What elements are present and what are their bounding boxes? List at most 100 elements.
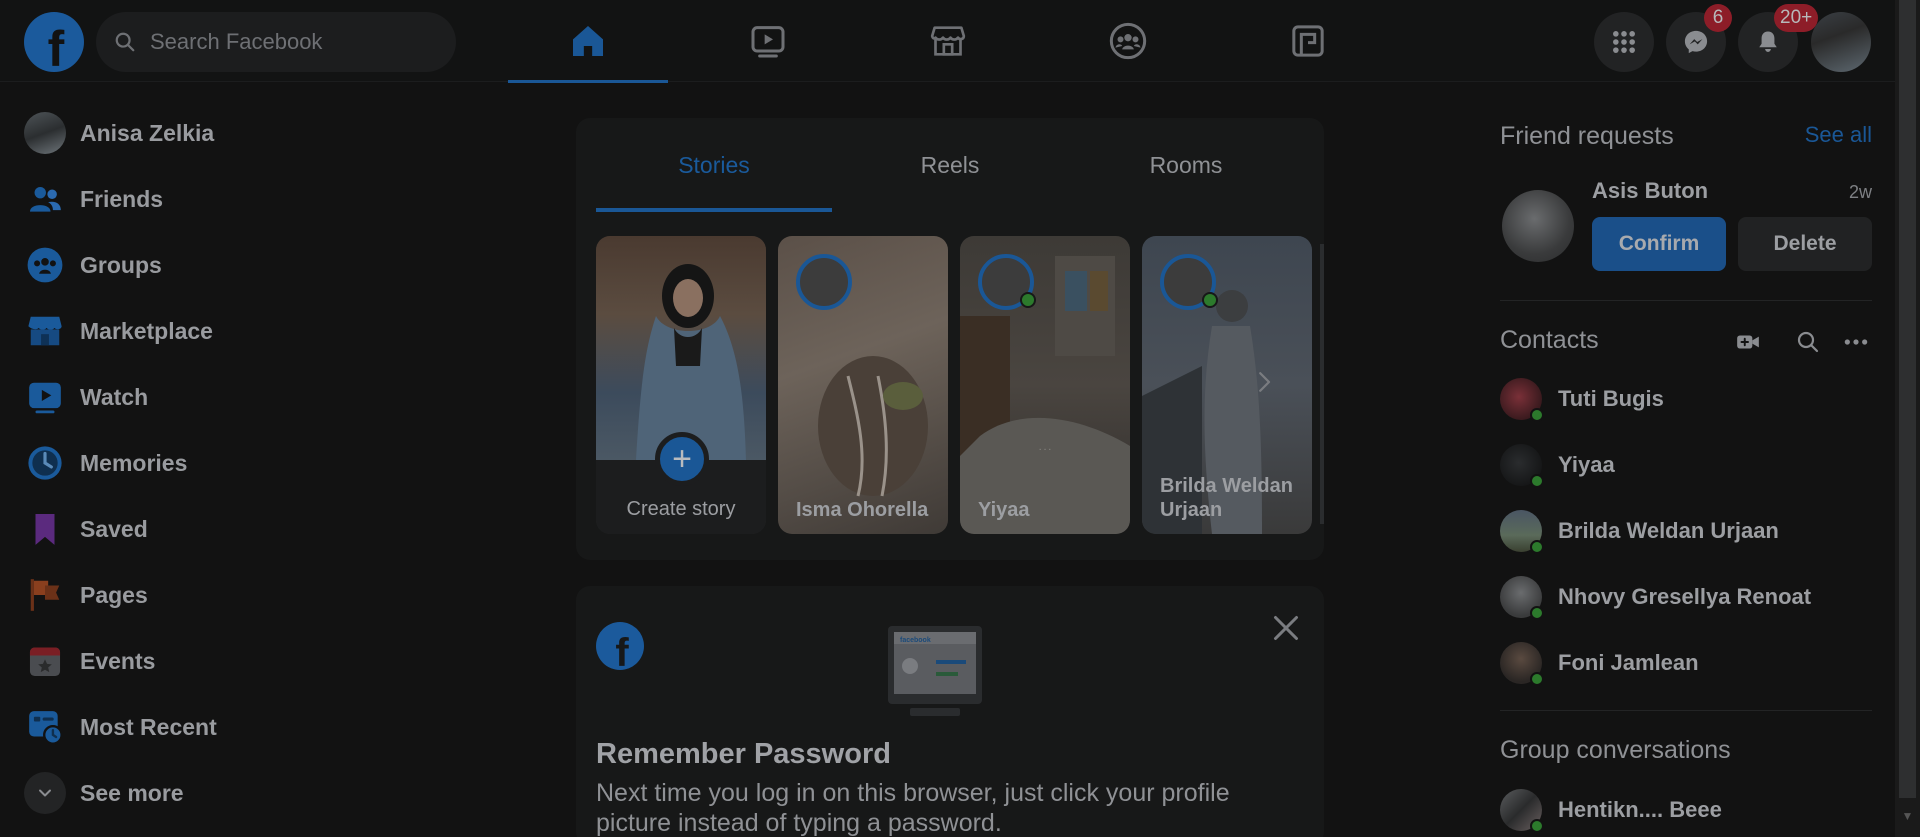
avatar: [1500, 378, 1544, 422]
search-input[interactable]: [150, 29, 430, 55]
messenger-icon: [1684, 30, 1708, 54]
story-name: Yiyaa: [978, 499, 1030, 521]
saved-icon: [35, 513, 55, 545]
contact-item[interactable]: Foni Jamlean: [1500, 634, 1872, 692]
scrollbar-thumb[interactable]: [1899, 0, 1916, 798]
sidebar-item-memories[interactable]: Memories: [0, 430, 560, 496]
friends-icon: [29, 186, 61, 212]
left-sidebar: Anisa Zelkia Friends Groups Marketplace …: [0, 100, 560, 826]
sidebar-item-most-recent[interactable]: Most Recent: [0, 694, 560, 760]
online-indicator: [1530, 540, 1544, 554]
sidebar-item-label: Marketplace: [80, 317, 213, 344]
create-story-card[interactable]: + Create story: [596, 236, 766, 534]
gaming-icon: [1292, 25, 1324, 57]
facebook-logo-icon: f: [596, 622, 644, 670]
see-more-label: See more: [80, 779, 184, 806]
scroll-down-arrow-icon[interactable]: ▼: [1899, 806, 1916, 826]
sidebar-item-profile[interactable]: Anisa Zelkia: [0, 100, 560, 166]
online-indicator: [1530, 474, 1544, 488]
friend-request-name[interactable]: Asis Buton: [1592, 178, 1708, 204]
tab-marketplace[interactable]: [868, 0, 1028, 82]
sidebar-item-watch[interactable]: Watch: [0, 364, 560, 430]
divider: [1500, 710, 1872, 711]
home-icon: [573, 26, 603, 56]
contacts-heading: Contacts: [1500, 326, 1599, 354]
pages-icon: [30, 579, 60, 611]
facebook-logo-icon[interactable]: f: [24, 12, 84, 72]
story-card[interactable]: Isma Ohorella: [778, 236, 948, 534]
story-name: Isma Ohorella: [796, 499, 929, 521]
remember-password-title: Remember Password: [596, 738, 891, 770]
messenger-button[interactable]: 6: [1666, 4, 1732, 72]
story-avatar: [796, 254, 852, 310]
tab-watch[interactable]: [688, 0, 848, 82]
online-indicator: [1530, 606, 1544, 620]
notifications-badge: 20+: [1774, 4, 1819, 32]
stories-card: Stories Reels Rooms + Create story Isma …: [576, 118, 1324, 560]
see-more-button[interactable]: See more: [0, 760, 560, 826]
sidebar-item-label: Groups: [80, 251, 162, 278]
most-recent-icon: [29, 711, 63, 745]
tab-rooms[interactable]: Rooms: [1068, 118, 1304, 212]
grid-menu-icon: [1613, 31, 1635, 53]
contacts-options-button[interactable]: [1840, 326, 1872, 358]
stories-tabs: Stories Reels Rooms: [596, 118, 1304, 212]
add-story-button[interactable]: +: [655, 432, 709, 486]
contact-item[interactable]: Brilda Weldan Urjaan: [1500, 502, 1872, 560]
contact-item[interactable]: Tuti Bugis: [1500, 370, 1872, 428]
contact-name: Yiyaa: [1558, 452, 1615, 477]
remember-password-card: f facebook Remember Password Next time y…: [576, 586, 1324, 837]
search-box[interactable]: [96, 12, 456, 72]
search-icon: [1797, 331, 1819, 353]
tab-home[interactable]: [508, 0, 668, 83]
more-horizontal-icon: [1844, 339, 1868, 345]
logo-glyph: f: [47, 21, 65, 72]
person-photo-icon: [636, 264, 746, 460]
sidebar-item-friends[interactable]: Friends: [0, 166, 560, 232]
sidebar-item-groups[interactable]: Groups: [0, 232, 560, 298]
contact-item[interactable]: Nhovy Gresellya Renoat: [1500, 568, 1872, 626]
search-contacts-button[interactable]: [1792, 326, 1824, 358]
video-icon: [751, 26, 785, 58]
delete-button[interactable]: Delete: [1738, 217, 1872, 271]
group-conversation-name: Hentikn.... Beee: [1558, 797, 1722, 822]
tab-stories[interactable]: Stories: [596, 118, 832, 212]
tab-gaming[interactable]: [1228, 0, 1388, 82]
confirm-button[interactable]: Confirm: [1592, 217, 1726, 271]
contact-name: Nhovy Gresellya Renoat: [1558, 584, 1812, 609]
groups-icon: [1109, 22, 1147, 60]
contact-item[interactable]: Yiyaa: [1500, 436, 1872, 494]
online-indicator: [1530, 819, 1544, 833]
logo-glyph: f: [615, 631, 629, 670]
menu-button[interactable]: [1594, 12, 1654, 72]
messenger-badge: 6: [1704, 4, 1732, 32]
account-avatar[interactable]: [1811, 12, 1871, 72]
marketplace-icon: [28, 316, 62, 346]
chevron-down-icon: [39, 789, 51, 797]
tab-reels[interactable]: Reels: [832, 118, 1068, 212]
sidebar-item-pages[interactable]: Pages: [0, 562, 560, 628]
new-room-button[interactable]: [1732, 326, 1764, 358]
online-indicator: [1202, 292, 1218, 308]
online-indicator: [1530, 672, 1544, 686]
groups-icon: [27, 247, 63, 283]
notifications-button[interactable]: 20+: [1738, 4, 1819, 72]
online-indicator: [1020, 292, 1036, 308]
see-all-link[interactable]: See all: [1805, 122, 1872, 148]
memories-icon: [28, 446, 62, 480]
story-card[interactable]: ... Yiyaa: [960, 236, 1130, 534]
tab-groups[interactable]: [1048, 0, 1208, 82]
create-story-label: Create story: [626, 498, 736, 520]
avatar: [1500, 510, 1544, 554]
sidebar-item-label: Saved: [80, 515, 148, 542]
stories-next-button[interactable]: [1240, 358, 1288, 406]
avatar: [24, 112, 66, 154]
close-icon[interactable]: [1268, 610, 1304, 646]
events-icon: [29, 647, 61, 677]
avatar[interactable]: [1502, 190, 1574, 262]
avatar: [1500, 789, 1544, 833]
group-conversation-item[interactable]: Hentikn.... Beee: [1500, 781, 1872, 837]
sidebar-item-events[interactable]: Events: [0, 628, 560, 694]
sidebar-item-saved[interactable]: Saved: [0, 496, 560, 562]
sidebar-item-marketplace[interactable]: Marketplace: [0, 298, 560, 364]
